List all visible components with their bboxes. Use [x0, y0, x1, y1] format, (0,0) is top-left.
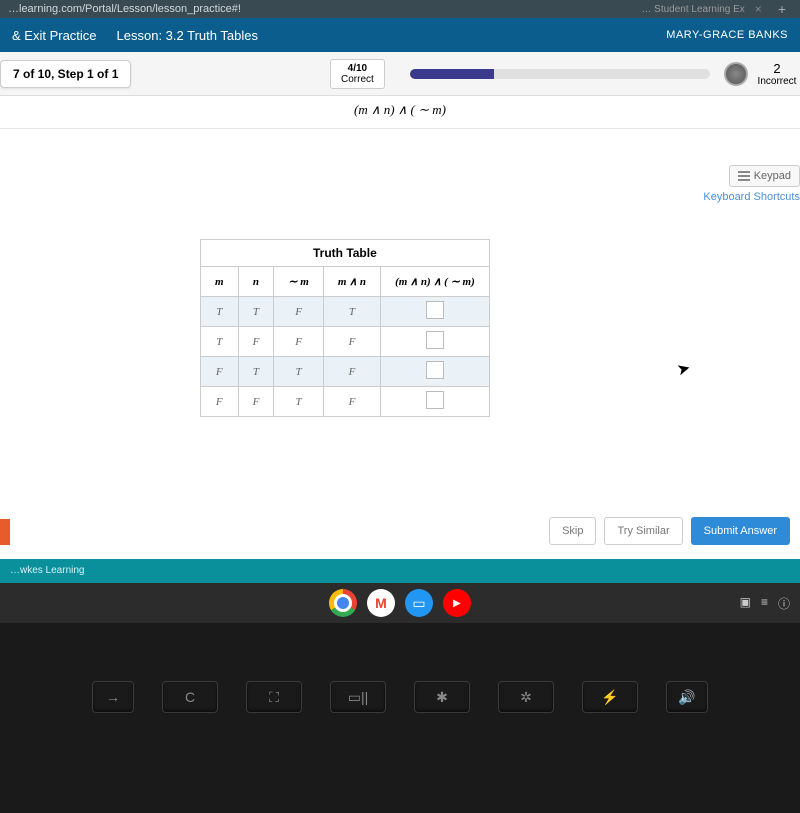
answer-input-2[interactable]: [426, 331, 444, 349]
cell: T: [274, 387, 324, 417]
incorrect-box: 2 Incorrect: [754, 61, 800, 87]
table-row: F T T F: [201, 357, 490, 387]
keypad-button[interactable]: Keypad: [729, 165, 800, 187]
system-tray[interactable]: ▣ ≡ ⓘ: [740, 595, 790, 612]
new-tab-button[interactable]: +: [772, 1, 792, 17]
answer-cell: [381, 357, 490, 387]
url-text: …learning.com/Portal/Lesson/lesson_pract…: [8, 3, 641, 15]
col-result: (m ∧ n) ∧ ( ∼ m): [381, 267, 490, 297]
app-top-nav: & Exit Practice Lesson: 3.2 Truth Tables…: [0, 18, 800, 52]
youtube-icon[interactable]: ▶: [443, 589, 471, 617]
cell: F: [323, 387, 380, 417]
score-label: Correct: [341, 74, 374, 85]
cell: F: [201, 357, 239, 387]
incorrect-label: Incorrect: [754, 76, 800, 87]
os-taskbar: M ▭ ▶ ▣ ≡ ⓘ: [0, 583, 800, 623]
app-footer: …wkes Learning: [0, 559, 800, 583]
col-not-m: ∼ m: [274, 267, 324, 297]
answer-input-4[interactable]: [426, 391, 444, 409]
tray-icon[interactable]: ≡: [761, 595, 768, 612]
tray-icon[interactable]: ⓘ: [778, 595, 790, 612]
keyboard-shortcuts-link[interactable]: Keyboard Shortcuts: [703, 191, 800, 203]
answer-cell: [381, 297, 490, 327]
cell: T: [238, 297, 274, 327]
avatar[interactable]: [724, 62, 748, 86]
expression-display: (m ∧ n) ∧ ( ∼ m): [0, 96, 800, 129]
user-name: MARY-GRACE BANKS: [666, 29, 788, 41]
table-row: T F F F: [201, 327, 490, 357]
cell: F: [274, 327, 324, 357]
browser-tab[interactable]: … Student Learning Ex × +: [641, 1, 792, 17]
progress-fill: [410, 69, 494, 79]
key: →: [92, 681, 134, 713]
key: 🔊: [666, 681, 708, 713]
key: ✲: [498, 681, 554, 713]
cell: F: [323, 357, 380, 387]
col-n: n: [238, 267, 274, 297]
key: C: [162, 681, 218, 713]
cell: F: [274, 297, 324, 327]
chrome-icon[interactable]: [329, 589, 357, 617]
physical-keyboard: → C ⛶ ▭|| ✱ ✲ ⚡ 🔊: [0, 681, 800, 713]
step-indicator: 7 of 10, Step 1 of 1: [0, 60, 131, 88]
table-row: F F T F: [201, 387, 490, 417]
col-m-and-n: m ∧ n: [323, 267, 380, 297]
score-fraction: 4/10: [341, 63, 374, 74]
keypad-area: Keypad Keyboard Shortcuts: [703, 165, 800, 203]
orange-accent: [0, 519, 10, 545]
key: ⚡: [582, 681, 638, 713]
exit-practice-link[interactable]: & Exit Practice: [12, 28, 97, 43]
cell: T: [201, 297, 239, 327]
answer-cell: [381, 387, 490, 417]
keypad-label: Keypad: [754, 170, 791, 182]
key: ▭||: [330, 681, 386, 713]
answer-cell: [381, 327, 490, 357]
tab-title: … Student Learning Ex: [641, 4, 744, 15]
tray-icon[interactable]: ▣: [740, 595, 751, 612]
key: ✱: [414, 681, 470, 713]
gmail-icon[interactable]: M: [367, 589, 395, 617]
cell: F: [238, 327, 274, 357]
submit-answer-button[interactable]: Submit Answer: [691, 517, 790, 545]
laptop-bezel: M ▭ ▶ ▣ ≡ ⓘ → C ⛶ ▭|| ✱ ✲ ⚡ 🔊: [0, 583, 800, 813]
cell: T: [238, 357, 274, 387]
close-tab-icon[interactable]: ×: [751, 2, 766, 16]
progress-track: [410, 69, 710, 79]
table-header-row: m n ∼ m m ∧ n (m ∧ n) ∧ ( ∼ m): [201, 267, 490, 297]
cell: F: [201, 387, 239, 417]
keypad-icon: [738, 171, 750, 181]
cell: T: [323, 297, 380, 327]
try-similar-button[interactable]: Try Similar: [604, 517, 682, 545]
action-row: Skip Try Similar Submit Answer: [549, 517, 790, 545]
cell: F: [323, 327, 380, 357]
progress-row: 7 of 10, Step 1 of 1 4/10 Correct 2 Inco…: [0, 52, 800, 96]
cell: T: [201, 327, 239, 357]
key: ⛶: [246, 681, 302, 713]
score-box: 4/10 Correct: [330, 59, 385, 89]
skip-button[interactable]: Skip: [549, 517, 596, 545]
docs-icon[interactable]: ▭: [405, 589, 433, 617]
answer-input-1[interactable]: [426, 301, 444, 319]
work-area: Keypad Keyboard Shortcuts Truth Table m …: [0, 129, 800, 559]
footer-brand: …wkes Learning: [10, 565, 84, 576]
browser-address-bar: …learning.com/Portal/Lesson/lesson_pract…: [0, 0, 800, 18]
table-caption: Truth Table: [200, 239, 490, 266]
lesson-title: Lesson: 3.2 Truth Tables: [117, 28, 258, 43]
cell: F: [238, 387, 274, 417]
incorrect-count: 2: [754, 61, 800, 76]
mouse-cursor-icon: ➤: [674, 358, 692, 381]
truth-table: Truth Table m n ∼ m m ∧ n (m ∧ n) ∧ ( ∼ …: [200, 239, 490, 417]
cell: T: [274, 357, 324, 387]
answer-input-3[interactable]: [426, 361, 444, 379]
col-m: m: [201, 267, 239, 297]
table-row: T T F T: [201, 297, 490, 327]
